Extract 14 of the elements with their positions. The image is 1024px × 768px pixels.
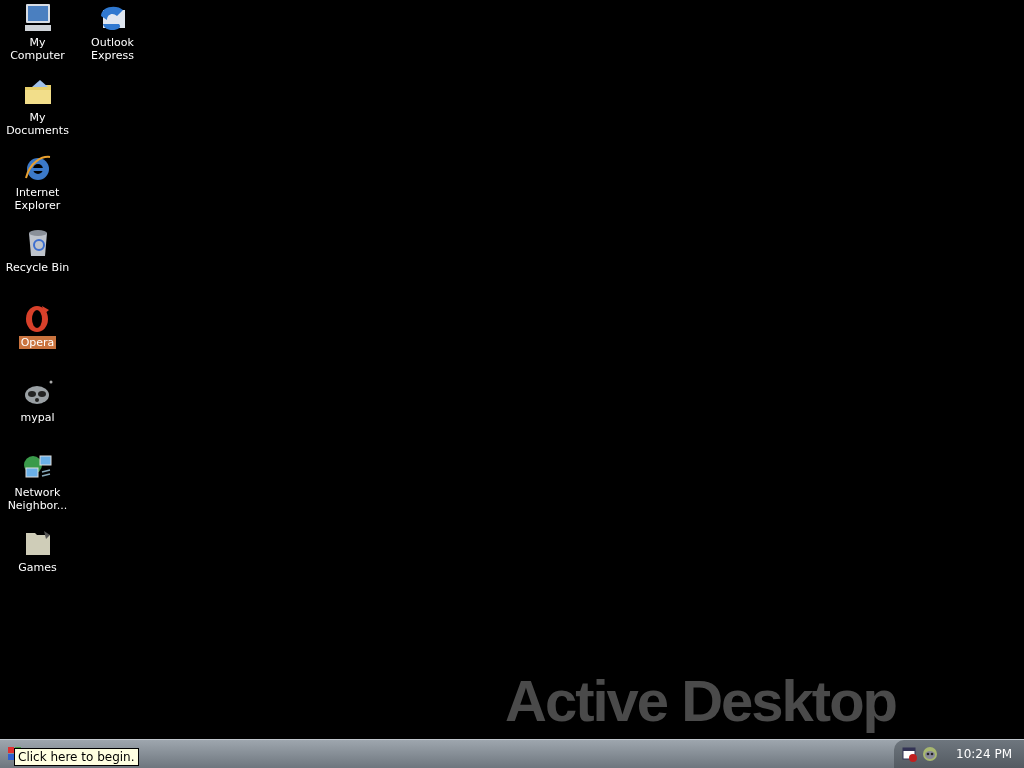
clock[interactable]: 10:24 PM	[956, 747, 1012, 761]
icon-label[interactable]: mypal	[1, 411, 74, 424]
icon-label[interactable]: Internet Explorer	[1, 186, 74, 212]
wallpaper-logo: Active Desktop	[505, 668, 897, 733]
icon-label[interactable]: Games	[1, 561, 74, 574]
icon-label[interactable]: My Computer	[1, 36, 74, 62]
icon-label[interactable]: Opera	[18, 336, 57, 349]
tooltip: Click here to begin.	[14, 748, 139, 766]
icon-label[interactable]: My Documents	[1, 111, 74, 137]
icon-label[interactable]: Outlook Express	[76, 36, 149, 62]
calendar-icon[interactable]	[902, 746, 918, 762]
raccoon-icon[interactable]	[922, 746, 938, 762]
icon-label[interactable]: Recycle Bin	[1, 261, 74, 274]
icon-label[interactable]: Network Neighbor...	[1, 486, 74, 512]
